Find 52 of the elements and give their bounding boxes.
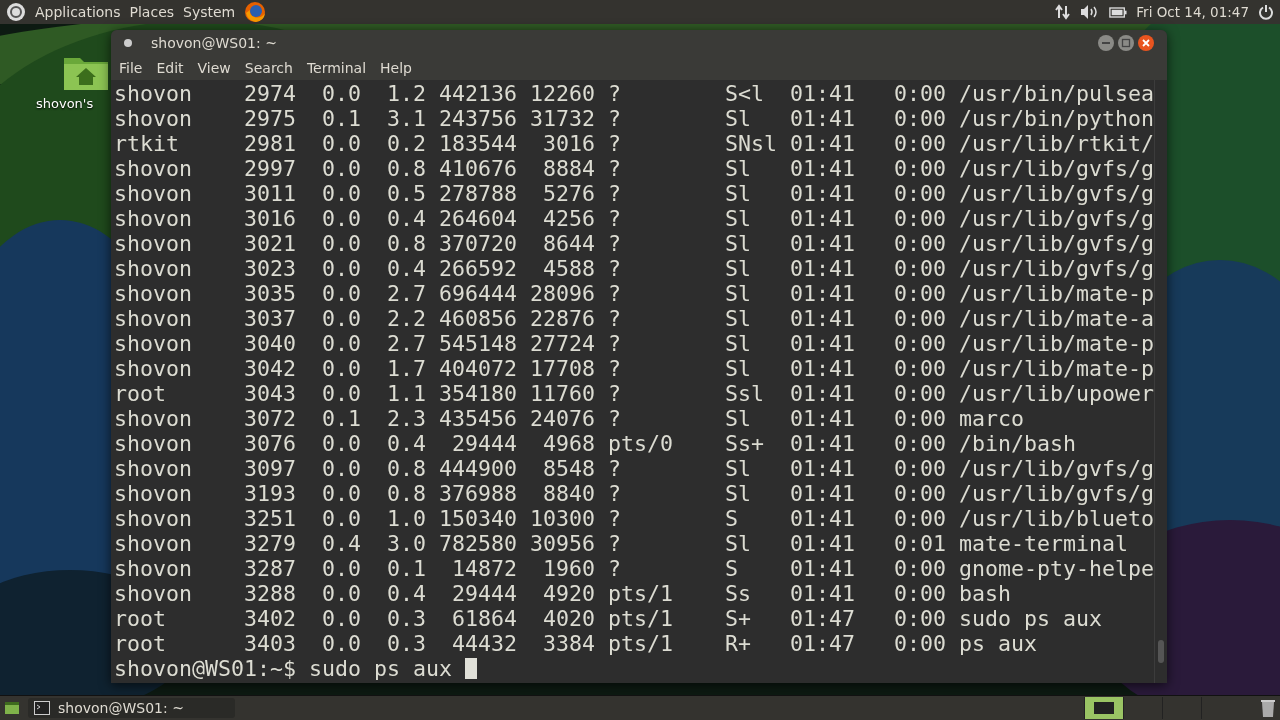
terminal-line: shovon 3042 0.0 1.7 404072 17708 ? Sl 01:41 0:00 /usr/lib/mate-p xyxy=(114,356,1155,381)
terminal-icon xyxy=(34,701,50,715)
terminal-line: root 3402 0.0 0.3 61864 4020 pts/1 S+ 01:47 0:00 sudo ps aux xyxy=(114,606,1103,631)
task-label: shovon@WS01: ~ xyxy=(58,700,184,716)
terminal-line: shovon 3040 0.0 2.7 545148 27724 ? Sl 01:41 0:00 /usr/lib/mate-p xyxy=(114,331,1155,356)
terminal-line: shovon 3097 0.0 0.8 444900 8548 ? Sl 01:41 0:00 /usr/lib/gvfs/g xyxy=(114,456,1155,481)
close-button[interactable] xyxy=(1137,34,1155,52)
terminal-line: root 3043 0.0 1.1 354180 11760 ? Ssl 01:41 0:00 /usr/lib/upower xyxy=(114,381,1155,406)
terminal-line: shovon 2997 0.0 0.8 410676 8884 ? Sl 01:41 0:00 /usr/lib/gvfs/g xyxy=(114,156,1155,181)
terminal-line: shovon 2974 0.0 1.2 442136 12260 ? S<l 01:41 0:00 /usr/bin/pulsea xyxy=(114,81,1155,106)
taskbar-button[interactable]: shovon@WS01: ~ xyxy=(28,698,235,718)
trash-icon[interactable] xyxy=(1260,698,1276,718)
scrollbar[interactable] xyxy=(1154,80,1167,683)
menu-item[interactable]: View xyxy=(197,60,231,76)
menu-item[interactable]: Search xyxy=(244,60,293,76)
terminal-line: shovon 3072 0.1 2.3 435456 24076 ? Sl 01:41 0:00 marco xyxy=(114,406,1025,431)
text-cursor xyxy=(465,658,477,679)
panel-menu[interactable]: System xyxy=(183,4,236,20)
terminal-line: shovon 3035 0.0 2.7 696444 28096 ? Sl 01:41 0:00 /usr/lib/mate-p xyxy=(114,281,1155,306)
terminal-line: shovon 3037 0.0 2.2 460856 22876 ? Sl 01:41 0:00 /usr/lib/mate-a xyxy=(114,306,1155,331)
menu-item[interactable]: Edit xyxy=(156,60,184,76)
window-title: shovon@WS01: ~ xyxy=(151,35,277,51)
terminal-line: shovon 3251 0.0 1.0 150340 10300 ? S 01:41 0:00 /usr/lib/blueto xyxy=(114,506,1155,531)
terminal-line: shovon 3011 0.0 0.5 278788 5276 ? Sl 01:41 0:00 /usr/lib/gvfs/g xyxy=(114,181,1155,206)
terminal-line: root 3403 0.0 0.3 44432 3384 pts/1 R+ 01:47 0:00 ps aux xyxy=(114,631,1038,656)
browser-icon[interactable] xyxy=(244,1,267,23)
terminal-line: shovon 2975 0.1 3.1 243756 31732 ? Sl 01:41 0:00 /usr/bin/python xyxy=(114,106,1155,131)
panel-menu[interactable]: Places xyxy=(129,4,175,20)
minimize-button[interactable] xyxy=(1097,34,1115,52)
icon-label: shovon's xyxy=(36,96,94,111)
terminal-line: rtkit 2981 0.0 0.2 183544 3016 ? SNsl 01:41 0:00 /usr/lib/rtkit/ xyxy=(114,131,1155,156)
terminal-line: shovon 3016 0.0 0.4 264604 4256 ? Sl 01:41 0:00 /usr/lib/gvfs/g xyxy=(114,206,1155,231)
terminal-line: shovon 3288 0.0 0.4 29444 4920 pts/1 Ss 01:41 0:00 bash xyxy=(114,581,1012,606)
menu-item[interactable]: Help xyxy=(380,60,412,76)
window-menu-icon[interactable] xyxy=(123,38,133,48)
clock[interactable]: Fri Oct 14, 01:47 xyxy=(1136,4,1249,20)
show-desktop-icon[interactable] xyxy=(4,700,20,716)
distro-logo-icon[interactable] xyxy=(6,2,26,22)
network-icon[interactable] xyxy=(1055,4,1072,20)
menu-item[interactable]: File xyxy=(119,60,143,76)
terminal-line: shovon 3287 0.0 0.1 14872 1960 ? S 01:41 0:00 gnome-pty-helpe xyxy=(114,556,1155,581)
terminal-line: shovon 3021 0.0 0.8 370720 8644 ? Sl 01:41 0:00 /usr/lib/gvfs/g xyxy=(114,231,1155,256)
window-thumbnail-icon xyxy=(1094,702,1114,714)
panel-menu[interactable]: Applications xyxy=(35,4,121,20)
terminal-line: shovon 3193 0.0 0.8 376988 8840 ? Sl 01:41 0:00 /usr/lib/gvfs/g xyxy=(114,481,1155,506)
power-icon[interactable] xyxy=(1258,4,1274,20)
terminal-line: shovon 3023 0.0 0.4 266592 4588 ? Sl 01:41 0:00 /usr/lib/gvfs/g xyxy=(114,256,1155,281)
battery-icon[interactable] xyxy=(1109,6,1128,18)
terminal-line: shovon 3076 0.0 0.4 29444 4968 pts/0 Ss+ 01:41 0:00 /bin/bash xyxy=(114,431,1077,456)
command-prompt: shovon@WS01:~$ sudo ps aux xyxy=(114,656,453,681)
terminal-line: shovon 3279 0.4 3.0 782580 30956 ? Sl 01:41 0:01 mate-terminal xyxy=(114,531,1129,556)
menu-item[interactable]: Terminal xyxy=(306,60,367,76)
